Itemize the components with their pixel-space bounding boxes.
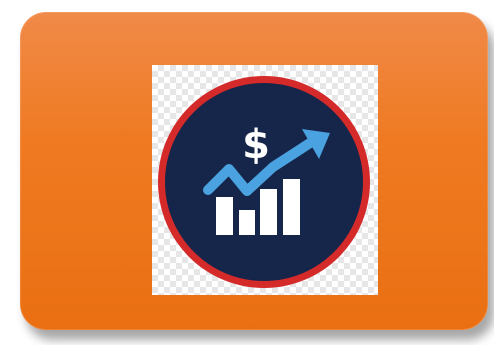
bar-3 [260, 189, 277, 235]
growth-chart-dollar-icon: $ [158, 76, 370, 288]
bar-4 [283, 179, 300, 235]
bar-2 [239, 210, 255, 235]
icon-image: $ [152, 65, 378, 295]
slide-canvas: $ [0, 0, 494, 345]
dollar-sign-icon: $ [242, 122, 270, 168]
bar-1 [216, 197, 233, 235]
